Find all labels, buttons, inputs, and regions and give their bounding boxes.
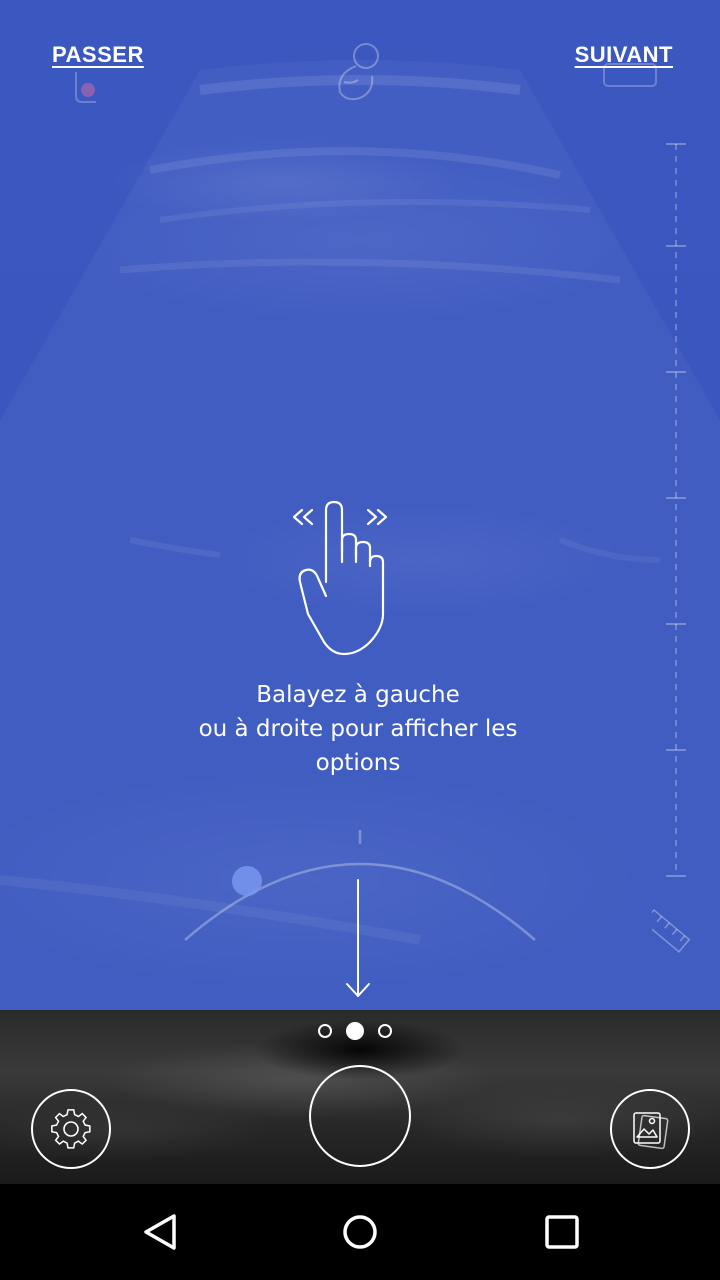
fetus-icon: [338, 43, 379, 101]
hint-line-2: ou à droite pour afficher les: [198, 716, 518, 742]
system-navigation-bar: [0, 1184, 720, 1280]
capture-button[interactable]: [309, 1065, 411, 1167]
page-dot-active[interactable]: [346, 1022, 364, 1040]
swipe-hand-icon: [292, 500, 388, 656]
gear-icon: [51, 1109, 91, 1149]
image-gallery-icon: [633, 1112, 669, 1150]
page-indicator: [318, 1022, 392, 1040]
settings-button[interactable]: [31, 1089, 111, 1169]
recents-square-icon[interactable]: [538, 1208, 586, 1256]
page-dot[interactable]: [318, 1024, 332, 1038]
skip-link[interactable]: PASSER: [52, 42, 144, 68]
hint-line-3: options: [315, 750, 401, 776]
probe-icon: [75, 72, 96, 103]
back-triangle-icon[interactable]: [136, 1208, 184, 1256]
home-circle-icon[interactable]: [336, 1208, 384, 1256]
gallery-button[interactable]: [610, 1089, 690, 1169]
page-dot[interactable]: [378, 1024, 392, 1038]
swipe-hint-text: Balayez à gauche ou à droite pour affich…: [140, 678, 576, 780]
next-link[interactable]: SUIVANT: [575, 42, 673, 68]
tutorial-screen: PASSER SUIVANT Balayez à gauche ou à dro…: [0, 0, 720, 1280]
hint-line-1: Balayez à gauche: [256, 682, 460, 708]
depth-ruler: [652, 143, 691, 953]
arrow-down-icon: [346, 879, 370, 997]
